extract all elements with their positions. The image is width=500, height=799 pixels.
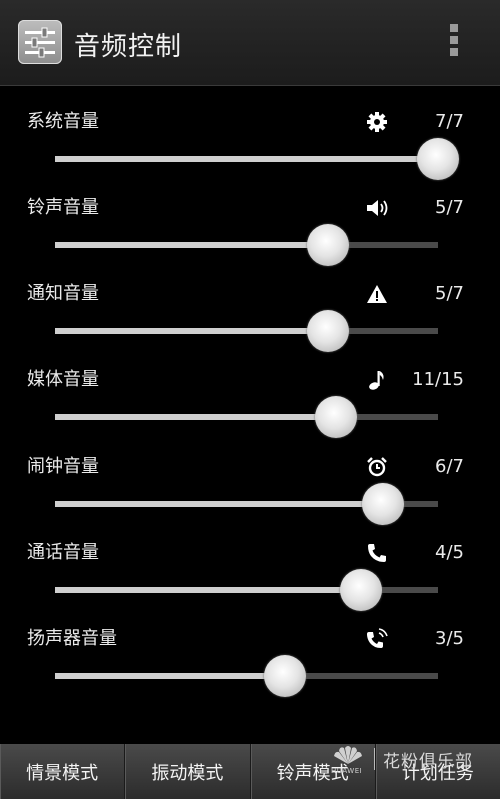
gear-icon [364,110,390,134]
slider-fill [55,673,285,679]
volume-slider[interactable] [55,569,438,611]
volume-label: 铃声音量 [27,197,99,218]
vibrate-mode-button[interactable]: 振动模式 [125,744,251,799]
volume-row: 通话音量 4/5 [0,541,500,627]
slider-fill [55,414,336,420]
volume-row: 闹钟音量 6/7 [0,455,500,541]
page-title: 音频控制 [74,32,183,62]
volume-slider[interactable] [55,655,438,697]
scene-mode-button[interactable]: 情景模式 [0,744,126,799]
slider-thumb[interactable] [340,569,382,611]
volume-value: 7/7 [435,111,464,132]
watermark-text: 花粉俱乐部 [383,751,473,772]
music-note-icon [364,368,390,392]
huawei-logo-icon: HUAWEI [330,742,366,776]
speaker-icon [364,196,390,220]
alarm-clock-icon [364,455,390,479]
slider-thumb[interactable] [362,483,404,525]
slider-thumb[interactable] [315,396,357,438]
slider-fill [55,156,438,162]
volume-value: 6/7 [435,456,464,477]
volume-label: 通话音量 [27,542,99,563]
volume-row: 铃声音量 5/7 [0,196,500,282]
volume-slider[interactable] [55,396,438,438]
volume-row: 系统音量 7/7 [0,110,500,196]
watermark: HUAWEI 花粉俱乐部 [330,740,500,778]
volume-label: 系统音量 [27,111,99,132]
slider-thumb[interactable] [307,310,349,352]
slider-fill [55,501,383,507]
volume-label: 扬声器音量 [27,628,117,649]
watermark-divider [374,748,375,770]
volume-row: 媒体音量 11/15 [0,368,500,454]
slider-fill [55,328,328,334]
volume-value: 5/7 [435,283,464,304]
volume-value: 5/7 [435,197,464,218]
slider-fill [55,242,328,248]
overflow-menu-icon[interactable] [446,24,462,64]
volume-label: 闹钟音量 [27,456,99,477]
volume-value: 3/5 [435,628,464,649]
mixer-icon [18,20,62,64]
app-bar: 音频控制 [0,0,500,86]
volume-slider[interactable] [55,310,438,352]
slider-thumb[interactable] [307,224,349,266]
volume-slider[interactable] [55,138,459,180]
volume-row: 通知音量 5/7 [0,282,500,368]
volume-slider[interactable] [55,483,438,525]
warning-icon [364,282,390,306]
volume-slider[interactable] [55,224,438,266]
volume-value: 11/15 [412,369,464,390]
volume-value: 4/5 [435,542,464,563]
volume-row: 扬声器音量 3/5 [0,627,500,713]
slider-thumb[interactable] [264,655,306,697]
volume-label: 媒体音量 [27,369,99,390]
volume-label: 通知音量 [27,283,99,304]
phone-icon [364,541,390,565]
watermark-brand: HUAWEI [331,767,363,775]
speakerphone-icon [364,627,390,651]
slider-thumb[interactable] [417,138,459,180]
slider-fill [55,587,361,593]
